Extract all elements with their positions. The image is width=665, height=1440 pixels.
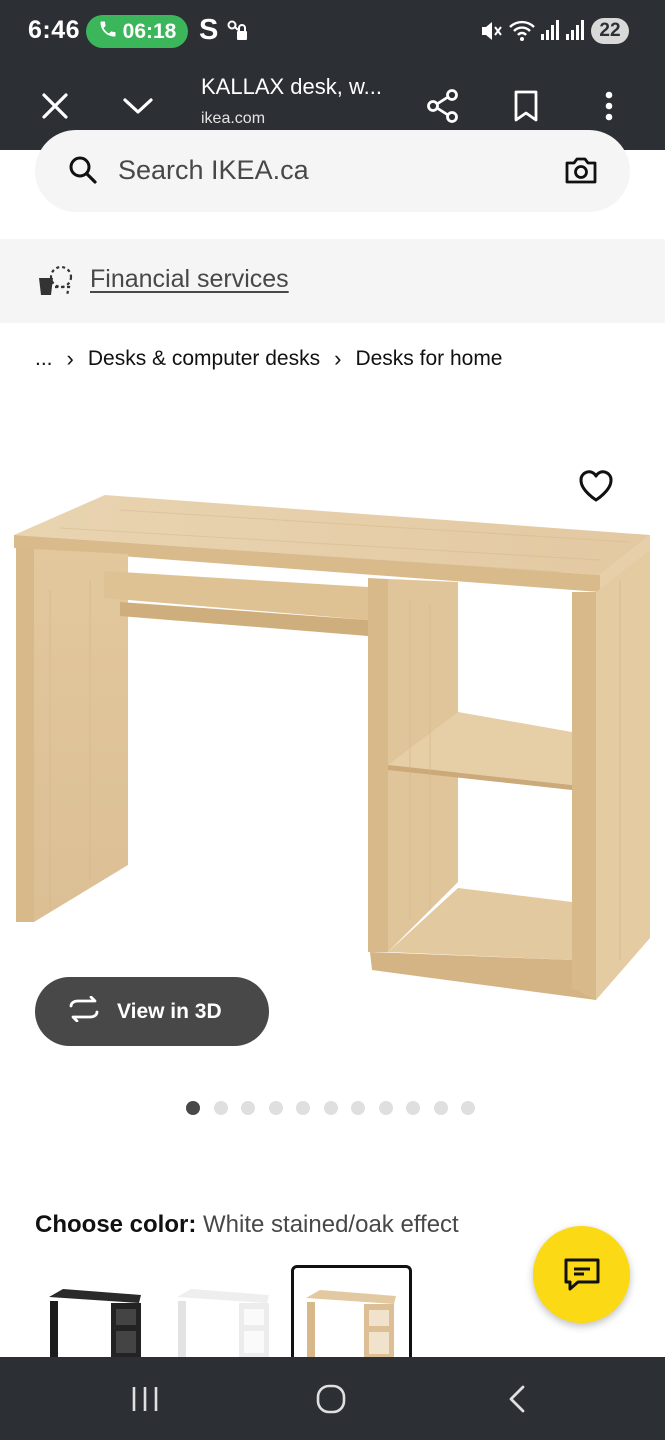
breadcrumb-item-desks-computer[interactable]: Desks & computer desks [88, 347, 320, 371]
favorite-button[interactable] [576, 466, 616, 506]
wifi-icon [508, 19, 536, 48]
breadcrumb-ellipsis[interactable]: ... [35, 347, 53, 371]
bookmark-icon [514, 90, 538, 122]
signal-icon-2 [565, 19, 585, 46]
carousel-dot[interactable] [461, 1101, 475, 1115]
page-title: KALLAX desk, w... [201, 74, 382, 99]
page-url: ikea.com [201, 110, 266, 127]
camera-search-icon[interactable] [564, 155, 598, 190]
search-bar[interactable]: Search IKEA.ca [35, 130, 630, 212]
share-button[interactable] [415, 78, 471, 134]
signal-icon-1 [540, 19, 560, 46]
chat-icon [564, 1258, 599, 1290]
financial-services-icon [37, 265, 75, 302]
more-options-button[interactable] [581, 78, 637, 134]
color-swatch-white-stained-oak[interactable] [291, 1265, 412, 1360]
search-input[interactable]: Search IKEA.ca [118, 155, 309, 186]
carousel-dot[interactable] [213, 1101, 228, 1115]
mute-icon [480, 19, 502, 48]
chat-button[interactable] [533, 1226, 630, 1323]
recent-apps-button[interactable] [131, 1385, 159, 1418]
color-swatch-white[interactable] [163, 1265, 284, 1360]
financial-services-banner: Financial services [0, 239, 665, 323]
bookmark-button[interactable] [498, 78, 554, 134]
chevron-right-icon: › [66, 346, 74, 371]
carousel-dot[interactable] [268, 1101, 283, 1115]
back-icon [509, 1385, 525, 1413]
search-icon [68, 155, 98, 190]
financial-services-link[interactable]: Financial services [90, 265, 289, 294]
selected-color-value: White stained/oak effect [203, 1211, 459, 1238]
recent-apps-icon [132, 1387, 158, 1411]
product-image[interactable] [0, 440, 665, 1040]
more-vertical-icon [605, 91, 613, 121]
choose-color-label: Choose color: [35, 1211, 197, 1238]
battery-indicator: 22 [591, 18, 629, 44]
carousel-dot[interactable] [296, 1101, 310, 1115]
heart-icon [579, 470, 613, 502]
close-tab-button[interactable] [27, 78, 83, 134]
home-icon [316, 1384, 346, 1414]
minimize-button[interactable] [110, 78, 166, 134]
back-button[interactable] [507, 1384, 527, 1419]
carousel-dot[interactable] [406, 1101, 420, 1115]
carousel-dot[interactable] [323, 1101, 338, 1115]
view-in-3d-button[interactable]: View in 3D [35, 977, 269, 1046]
share-icon [427, 89, 458, 123]
choose-color-line: Choose color: White stained/oak effect [35, 1211, 459, 1239]
status-time: 6:46 [28, 16, 81, 44]
breadcrumb: ... › Desks & computer desks › Desks for… [35, 346, 503, 372]
system-navigation-bar [0, 1357, 665, 1440]
chevron-right-icon: › [334, 346, 342, 371]
chevron-down-icon [123, 98, 153, 114]
s-app-icon: S [199, 14, 219, 46]
color-swatch-black-brown[interactable] [35, 1265, 156, 1360]
home-button[interactable] [316, 1384, 346, 1419]
carousel-dot[interactable] [351, 1101, 365, 1115]
carousel-dot[interactable] [433, 1101, 448, 1115]
status-bar: 6:46 06:18 S 22 [0, 0, 665, 62]
rotate-3d-icon [65, 995, 103, 1028]
call-indicator[interactable]: 06:18 [86, 15, 188, 48]
carousel-dot-active[interactable] [186, 1101, 200, 1115]
key-lock-icon [226, 19, 250, 48]
breadcrumb-item-desks-home[interactable]: Desks for home [355, 347, 502, 371]
carousel-dot[interactable] [378, 1101, 393, 1115]
call-timer: 06:18 [122, 19, 177, 43]
close-icon [42, 93, 68, 119]
view-in-3d-label: View in 3D [117, 999, 222, 1023]
phone-icon [98, 19, 118, 45]
image-carousel-indicator [186, 1101, 475, 1115]
carousel-dot[interactable] [241, 1101, 255, 1115]
